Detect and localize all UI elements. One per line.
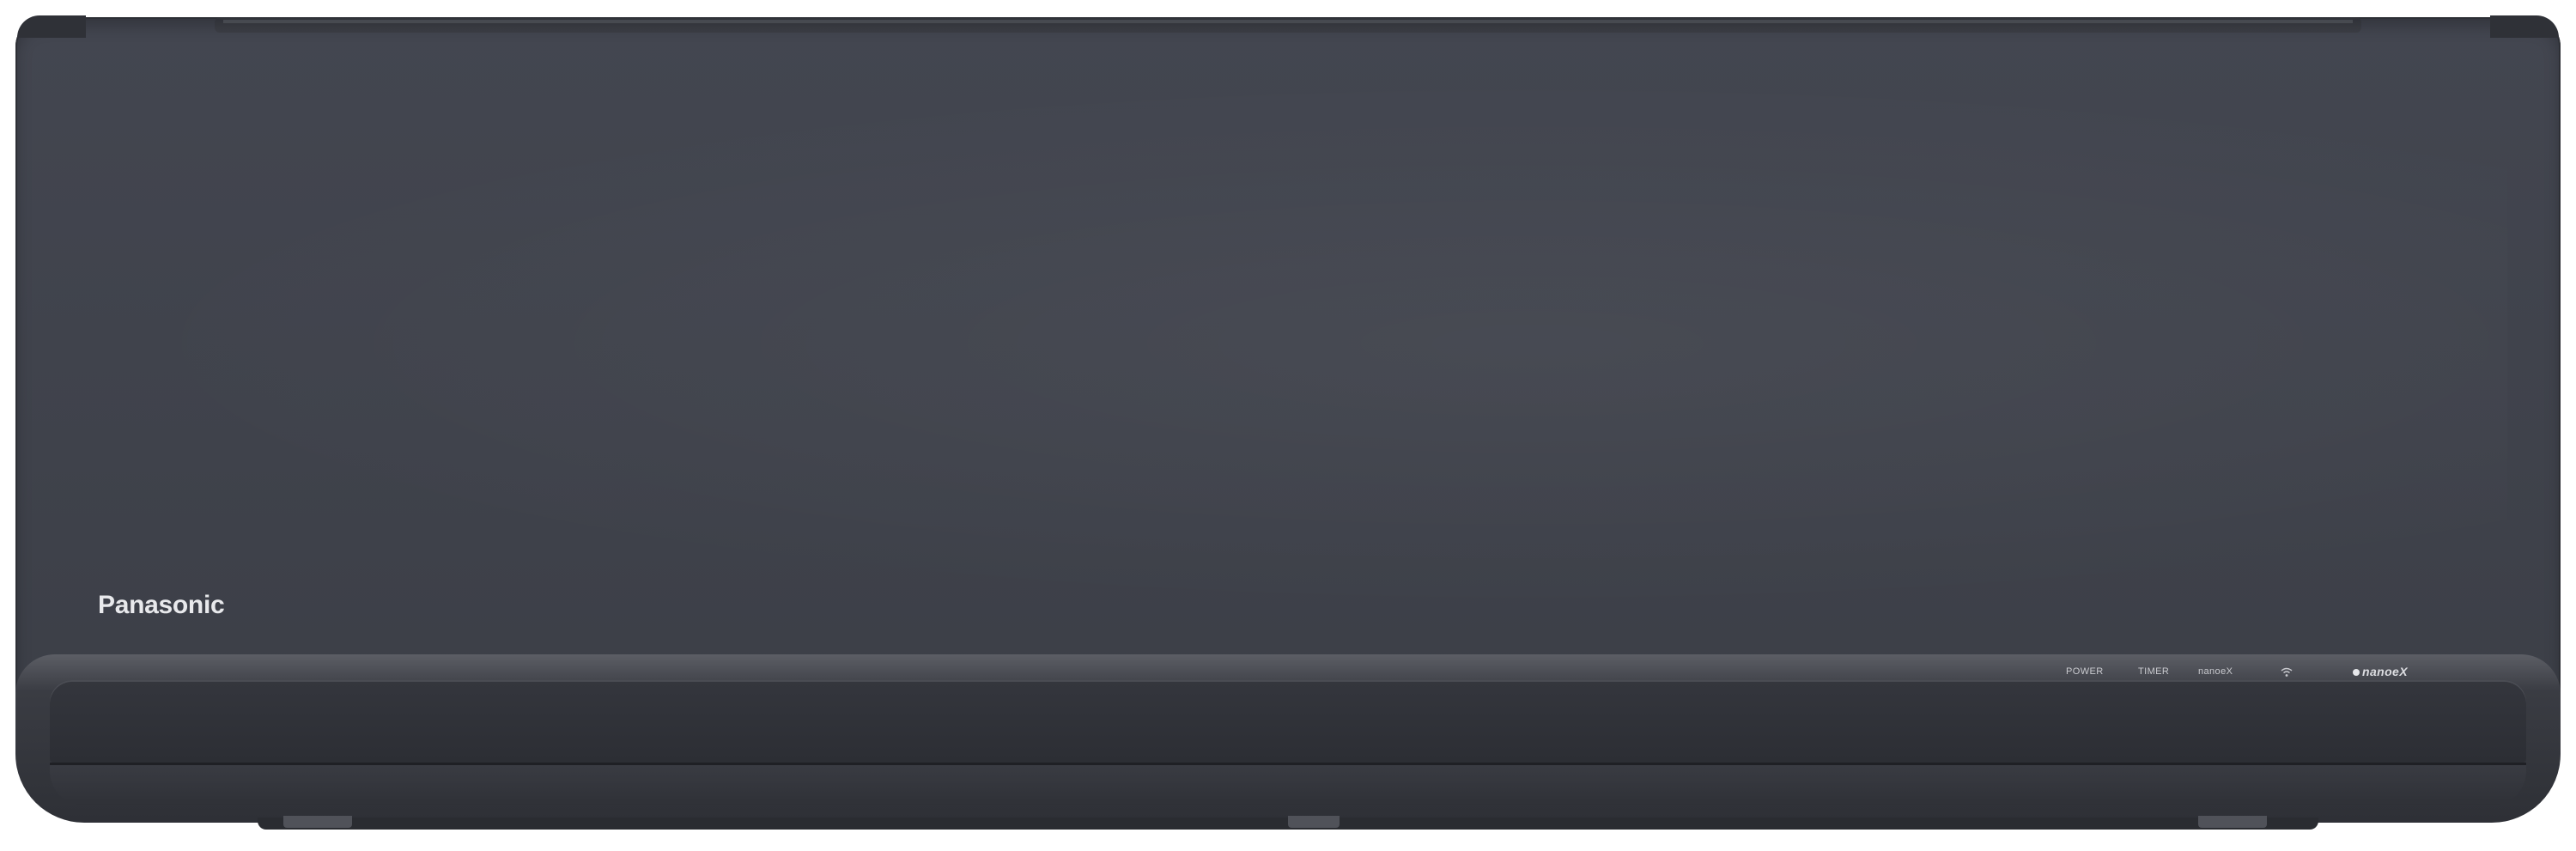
left-corner-cap — [17, 15, 86, 38]
louver-lower — [50, 763, 2526, 805]
nanoe-dot-icon — [2353, 669, 2360, 677]
timer-indicator-label: TIMER — [2138, 666, 2170, 677]
bottom-foot — [1288, 816, 1340, 828]
wifi-icon — [2281, 667, 2293, 678]
brand-logo: Panasonic — [98, 591, 225, 619]
top-rim-edge — [223, 20, 2353, 23]
air-conditioner-image: Panasonic POWER TIMER nanoeX nanoeX — [0, 0, 2576, 851]
louver-upper — [50, 680, 2526, 763]
right-corner-cap — [2490, 15, 2559, 38]
power-indicator-label: POWER — [2066, 666, 2104, 677]
nanoe-logo-text: nanoeX — [2362, 665, 2408, 678]
nanoe-indicator-label: nanoeX — [2198, 666, 2233, 677]
nanoe-logo: nanoeX — [2353, 665, 2408, 678]
panel-sheen — [69, 69, 2507, 618]
bottom-foot — [283, 816, 352, 828]
bottom-foot — [2198, 816, 2267, 828]
